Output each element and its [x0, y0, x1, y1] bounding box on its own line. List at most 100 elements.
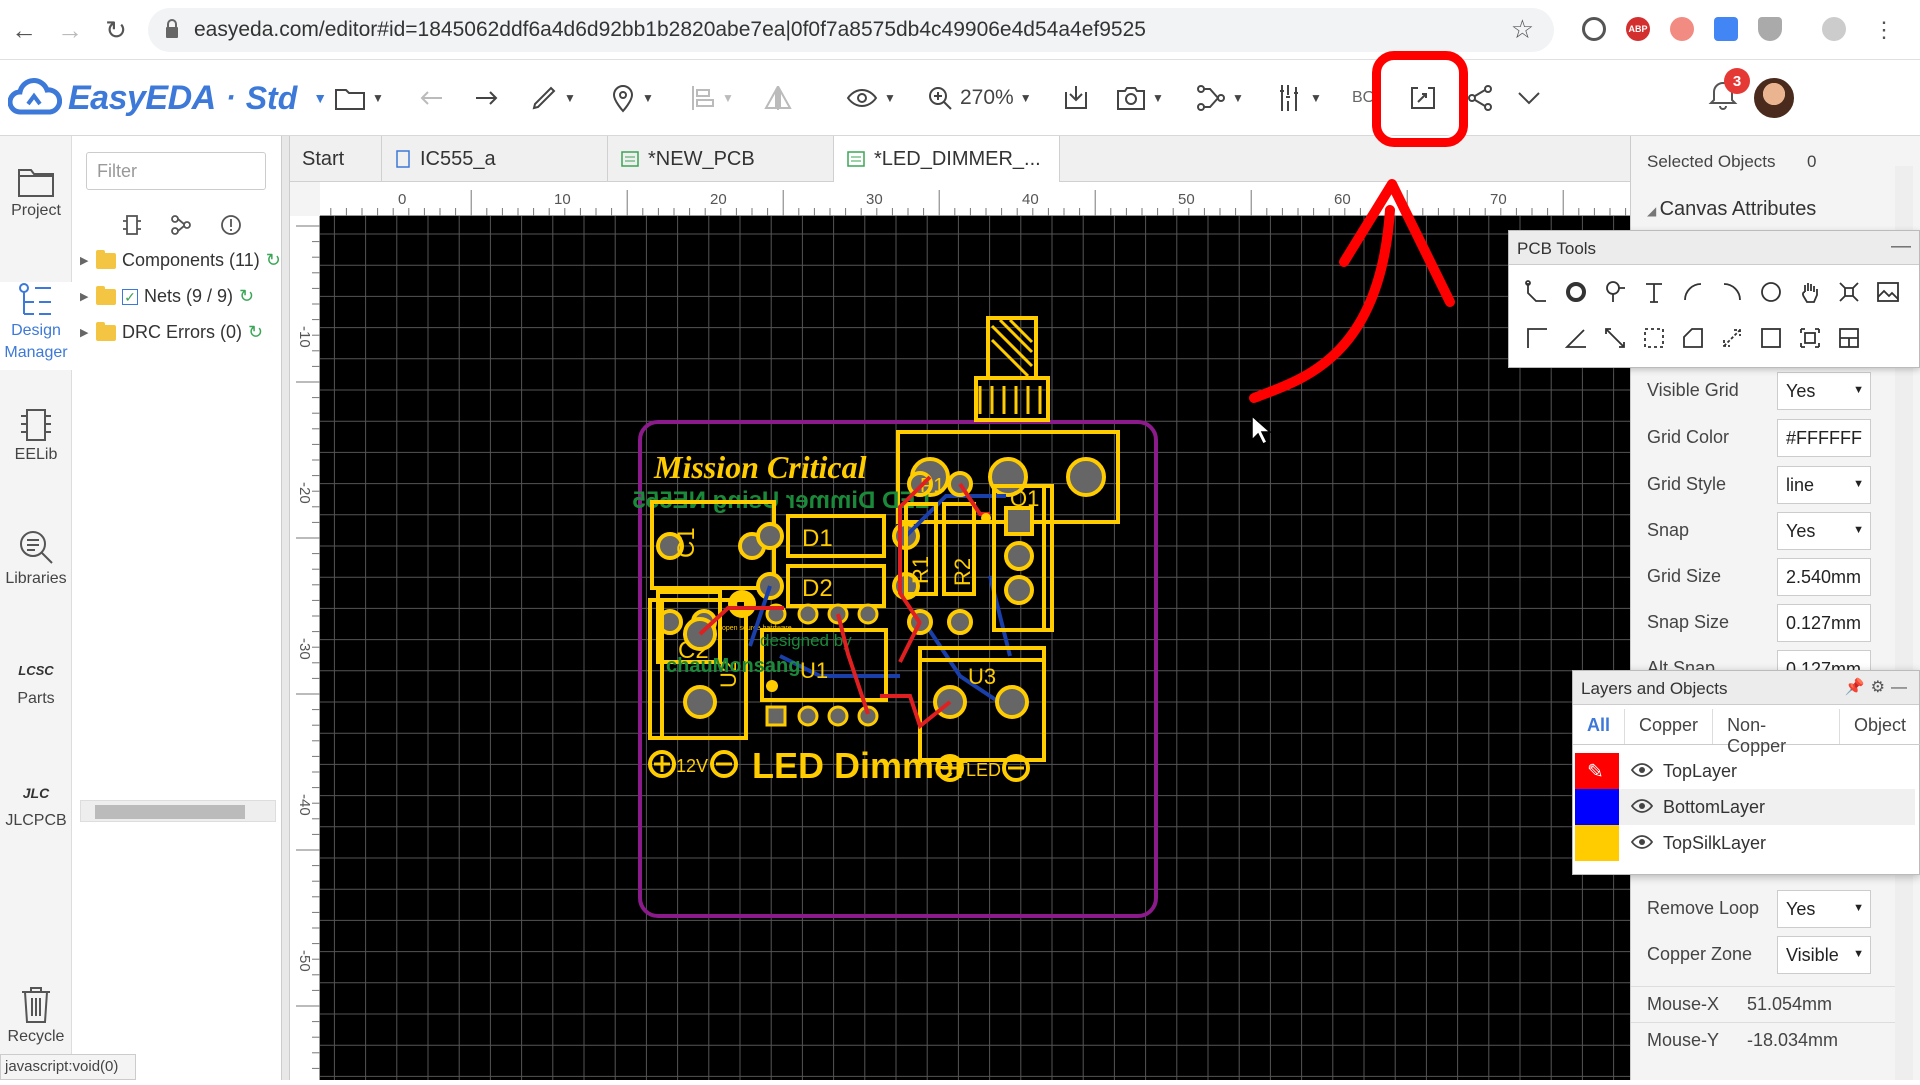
u1-pad[interactable] — [827, 705, 849, 727]
layer-row-bottom[interactable]: BottomLayer — [1575, 789, 1915, 825]
dimension-icon[interactable] — [1595, 319, 1634, 357]
bookmark-star-icon[interactable]: ☆ — [1511, 14, 1534, 45]
refresh-icon[interactable]: ↻ — [248, 322, 263, 343]
address-bar[interactable]: easyeda.com/editor#id=1845062ddf6a4d6d92… — [148, 8, 1554, 52]
capacitor-c1[interactable]: C1 — [650, 500, 776, 590]
tree-item-drc-errors[interactable]: ▶ DRC Errors (0) ↻ — [80, 321, 263, 343]
q1-pad[interactable] — [1004, 575, 1034, 605]
layer-color-swatch[interactable] — [1575, 825, 1619, 861]
grid-color-input[interactable]: #FFFFFF — [1777, 419, 1871, 457]
pin-icon[interactable]: 📌 — [1845, 679, 1871, 696]
horizontal-scrollbar[interactable] — [80, 800, 276, 822]
zoom-button[interactable]: 270% ▼ — [926, 76, 1032, 120]
drc-icon[interactable] — [220, 214, 242, 236]
tab-ic555-a[interactable]: IC555_a — [382, 136, 608, 182]
undo-button[interactable] — [418, 76, 446, 120]
tab-new-pcb[interactable]: *NEW_PCB — [608, 136, 834, 182]
image-icon[interactable] — [1868, 273, 1907, 311]
pan-hand-icon[interactable] — [1790, 273, 1829, 311]
layers-tab-copper[interactable]: Copper — [1625, 709, 1714, 744]
via[interactable] — [981, 513, 991, 523]
tab-led-dimmer[interactable]: *LED_DIMMER_... — [834, 136, 1060, 182]
redo-button[interactable] — [472, 76, 500, 120]
layers-tab-all[interactable]: All — [1573, 709, 1626, 744]
arc-icon[interactable] — [1673, 273, 1712, 311]
layers-tab-non-copper[interactable]: Non-Copper — [1713, 709, 1840, 756]
transistor-q1[interactable]: Q1 — [992, 484, 1054, 632]
angle-icon[interactable] — [1556, 319, 1595, 357]
eye-icon[interactable] — [1630, 761, 1654, 782]
scrollbar-thumb[interactable] — [95, 805, 245, 819]
tab-start[interactable]: Start — [290, 136, 382, 182]
canvas-origin-icon[interactable] — [1790, 319, 1829, 357]
forward-icon[interactable]: → — [52, 12, 88, 48]
layout-icon[interactable] — [1829, 319, 1868, 357]
expand-icon[interactable]: ▶ — [80, 254, 90, 267]
via-icon[interactable] — [1595, 273, 1634, 311]
diode-d2[interactable]: D2 — [756, 564, 920, 608]
sidebar-item-project[interactable]: Project — [0, 162, 72, 222]
u1-pad[interactable] — [797, 603, 819, 625]
grid-size-input[interactable]: 2.540mm — [1777, 558, 1871, 596]
panel-splitter[interactable] — [282, 136, 290, 1080]
view-button[interactable]: ▼ — [846, 76, 896, 120]
sidebar-item-eelib[interactable]: EELib — [0, 406, 72, 466]
filter-input[interactable]: Filter — [86, 152, 266, 190]
collapse-icon[interactable]: ◢ — [1647, 204, 1660, 218]
q1-pad[interactable] — [1004, 541, 1034, 571]
refresh-icon[interactable]: ↻ — [239, 286, 254, 307]
tree-item-components[interactable]: ▶ Components (11) ↻ — [80, 249, 281, 271]
u1-pad-1[interactable] — [765, 705, 787, 727]
reload-icon[interactable]: ↻ — [98, 12, 134, 48]
expand-icon[interactable]: ▶ — [80, 326, 90, 339]
profile-icon[interactable] — [1822, 17, 1846, 41]
gear-icon[interactable]: ⚙ — [1871, 679, 1891, 696]
circle-icon[interactable] — [1751, 273, 1790, 311]
pad-icon[interactable] — [1556, 273, 1595, 311]
layer-row-top-silk[interactable]: TopSilkLayer — [1575, 825, 1915, 861]
draw-button[interactable]: ▼ — [530, 76, 576, 120]
polygon-icon[interactable] — [1673, 319, 1712, 357]
remove-loop-select[interactable]: Yes — [1777, 890, 1871, 928]
user-avatar[interactable] — [1752, 76, 1796, 120]
eye-icon[interactable] — [1630, 797, 1654, 818]
align-button[interactable]: ▼ — [690, 76, 734, 120]
more-button[interactable] — [1516, 76, 1542, 120]
copper-icon[interactable] — [1829, 273, 1868, 311]
u2-pad[interactable] — [683, 685, 717, 719]
snap-select[interactable]: Yes — [1777, 512, 1871, 550]
sidebar-item-recycle[interactable]: Recycle — [0, 984, 72, 1048]
translate-ext-icon[interactable] — [1714, 17, 1738, 41]
sidebar-item-jlcpcb[interactable]: JLC JLCPCB — [0, 776, 72, 832]
snap-size-input[interactable]: 0.127mm — [1777, 604, 1871, 642]
diode-d1[interactable]: D1 — [756, 514, 920, 558]
snapshot-button[interactable]: ▼ — [1116, 76, 1164, 120]
place-button[interactable]: ▼ — [610, 76, 654, 120]
d1-pad[interactable] — [756, 522, 784, 550]
tree-item-nets[interactable]: ▶ ✓ Nets (9 / 9) ↻ — [80, 285, 254, 307]
layer-color-swatch[interactable] — [1575, 789, 1619, 825]
block-ext-icon[interactable] — [1582, 17, 1606, 41]
easyeda-logo[interactable]: EasyEDA · Std ▼ — [8, 68, 327, 128]
refresh-icon[interactable]: ↻ — [266, 250, 281, 271]
rectangle-icon[interactable] — [1751, 319, 1790, 357]
layers-tab-object[interactable]: Object — [1840, 709, 1920, 744]
sidebar-item-design-manager[interactable]: Design Manager — [0, 282, 72, 370]
import-button[interactable] — [1062, 76, 1090, 120]
extension-icon[interactable] — [1670, 17, 1694, 41]
share-button[interactable] — [1466, 76, 1494, 120]
layers-titlebar[interactable]: Layers and Objects 📌⚙— — [1573, 671, 1919, 705]
eye-icon[interactable] — [1630, 833, 1654, 854]
expand-icon[interactable]: ▶ — [80, 290, 90, 303]
copper-zone-select[interactable]: Visible — [1777, 936, 1871, 974]
component-icon[interactable] — [122, 214, 142, 236]
browser-menu-icon[interactable]: ⋮ — [1866, 12, 1902, 48]
grid-style-select[interactable]: line — [1777, 466, 1871, 504]
flip-button[interactable] — [764, 76, 792, 120]
minimize-icon[interactable]: — — [1891, 235, 1911, 258]
sidebar-item-parts[interactable]: LCSC Parts — [0, 654, 72, 710]
track-icon[interactable] — [1517, 273, 1556, 311]
corner-icon[interactable] — [1517, 319, 1556, 357]
checkbox-checked-icon[interactable]: ✓ — [122, 288, 138, 305]
u3-pad[interactable] — [995, 685, 1029, 719]
